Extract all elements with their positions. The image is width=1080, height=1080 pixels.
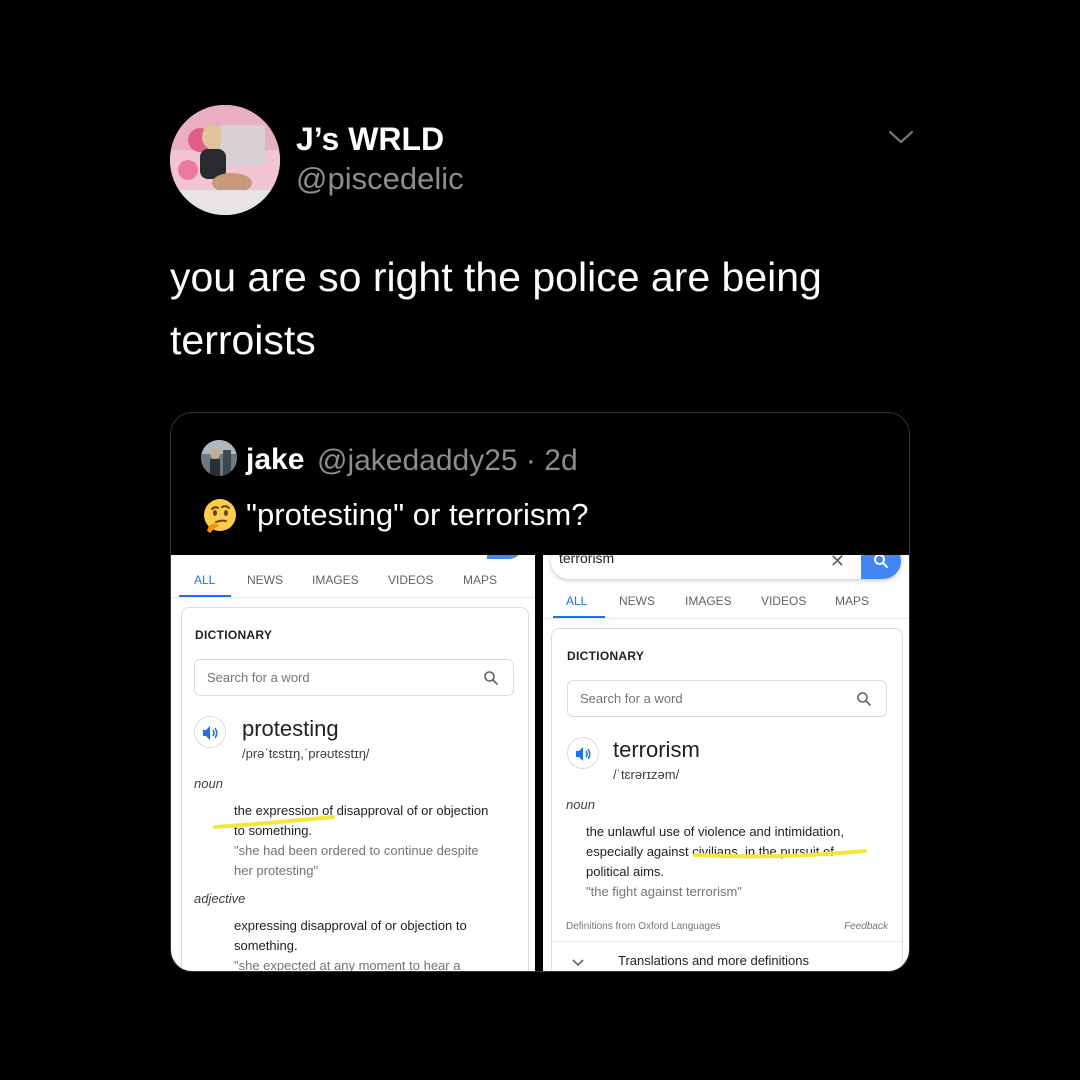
speaker-icon: [576, 747, 591, 761]
word-search-placeholder: Search for a word: [580, 691, 683, 706]
tweet-text-line: you are so right the police are being: [170, 254, 822, 300]
tab-videos[interactable]: VIDEOS: [761, 594, 806, 608]
screenshot-protesting-definition[interactable]: ALL NEWS IMAGES VIDEOS MAPS DICTIONARY S…: [171, 555, 535, 972]
part-of-speech: adjective: [194, 891, 246, 906]
user-handle[interactable]: @piscedelic: [296, 161, 464, 197]
tabs-divider: [543, 618, 909, 619]
tab-news[interactable]: NEWS: [619, 594, 655, 608]
search-button[interactable]: [861, 555, 901, 579]
tab-maps[interactable]: MAPS: [463, 573, 497, 587]
tab-all[interactable]: ALL: [194, 573, 215, 587]
search-icon: [874, 555, 888, 568]
tab-images[interactable]: IMAGES: [685, 594, 732, 608]
tab-news[interactable]: NEWS: [247, 573, 283, 587]
word-search-field[interactable]: Search for a word: [194, 659, 514, 696]
phonetic: /ˈtɛrərɪzəm/: [613, 767, 680, 782]
example-line: her protesting": [234, 863, 319, 878]
divider: [552, 941, 902, 942]
search-query[interactable]: terrorism: [559, 555, 614, 566]
dictionary-card: DICTIONARY Search for a word terrorism /…: [551, 628, 903, 971]
quoted-text: "protesting" or terrorism?: [246, 497, 589, 532]
display-name[interactable]: J’s WRLD: [296, 121, 444, 158]
screenshot-terrorism-definition[interactable]: terrorism ✕ ALL NEWS IMAGES VIDEOS MAPS …: [543, 555, 909, 971]
speaker-icon: [203, 726, 218, 740]
quoted-avatar: [201, 440, 237, 476]
dictionary-title: DICTIONARY: [567, 649, 645, 663]
example: "she expected at any moment to hear a: [234, 956, 519, 972]
definition-line: political aims.: [586, 864, 665, 879]
search-icon: [857, 692, 871, 706]
search-button-edge: [487, 555, 523, 559]
tab-maps[interactable]: MAPS: [835, 594, 869, 608]
definition-line: something.: [234, 938, 298, 953]
feedback-link[interactable]: Feedback: [844, 921, 888, 932]
definition: expressing disapproval of or objection t…: [234, 916, 519, 956]
tweet-text: you are so right the police are being te…: [170, 246, 930, 372]
headword: terrorism: [613, 737, 700, 762]
chevron-down-icon[interactable]: [887, 127, 915, 147]
dictionary-card: DICTIONARY Search for a word protesting …: [181, 607, 529, 972]
thinking-face-icon: [204, 499, 236, 533]
word-search-placeholder: Search for a word: [207, 670, 310, 685]
tab-all[interactable]: ALL: [566, 594, 587, 608]
pronunciation-button[interactable]: [194, 716, 226, 748]
yellow-highlight-stroke: [693, 849, 867, 859]
phonetic: /prəˈtɛstɪŋ,ˈprəʊtɛstɪŋ/: [242, 746, 370, 761]
tab-videos[interactable]: VIDEOS: [388, 573, 433, 587]
yellow-highlight-stroke: [213, 815, 335, 829]
quoted-name: jake: [246, 443, 305, 476]
chevron-down-icon[interactable]: [572, 959, 584, 967]
quoted-handle-time: @jakedaddy25 · 2d: [317, 444, 578, 477]
tweet-text-line: terroists: [170, 317, 316, 363]
search-icon: [484, 671, 498, 685]
example-line: "she expected at any moment to hear a: [234, 958, 461, 972]
headword: protesting: [242, 716, 339, 741]
tabs-divider: [171, 597, 535, 598]
translations-link[interactable]: Translations and more definitions: [618, 953, 809, 968]
part-of-speech: noun: [194, 776, 223, 791]
example: "the fight against terrorism": [586, 884, 742, 899]
google-search-bar[interactable]: terrorism ✕: [551, 555, 901, 579]
dictionary-title: DICTIONARY: [195, 628, 273, 642]
profile-avatar[interactable]: [170, 105, 280, 215]
example-line: "she had been ordered to continue despit…: [234, 843, 479, 858]
source-attribution: Definitions from Oxford Languages: [566, 921, 721, 932]
quoted-tweet[interactable]: jake @jakedaddy25 · 2d "protesting" or t…: [170, 412, 910, 972]
part-of-speech: noun: [566, 797, 595, 812]
example: "she had been ordered to continue despit…: [234, 841, 519, 881]
pronunciation-button[interactable]: [567, 737, 599, 769]
clear-icon[interactable]: ✕: [830, 555, 845, 572]
definition-line: expressing disapproval of or objection t…: [234, 918, 467, 933]
tab-images[interactable]: IMAGES: [312, 573, 359, 587]
word-search-field[interactable]: Search for a word: [567, 680, 887, 717]
